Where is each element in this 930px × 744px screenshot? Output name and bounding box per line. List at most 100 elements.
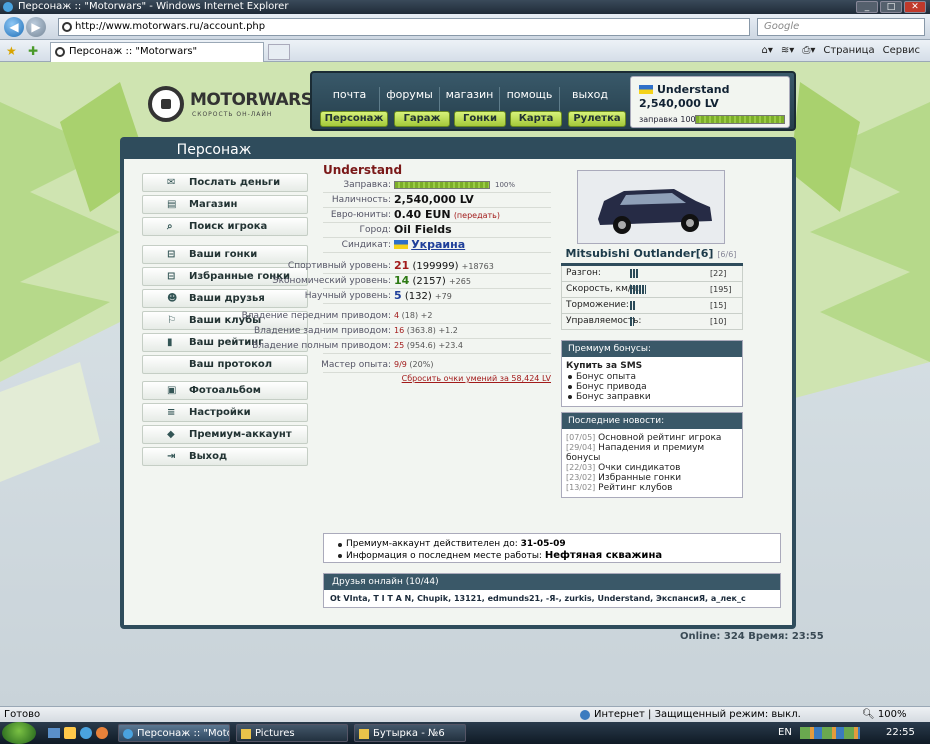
print-icon[interactable]: ⎙▾ bbox=[802, 43, 815, 59]
sidebar-item-9[interactable]: Ваш протокол bbox=[142, 355, 308, 374]
sidebar-item-4[interactable]: ⊟ Ваши гонки bbox=[142, 245, 308, 264]
rwd-value: 16 (363.8) +1.2 bbox=[394, 326, 458, 335]
clock: 22:55 bbox=[886, 727, 915, 738]
tools-menu[interactable]: Сервис bbox=[883, 43, 920, 59]
window-titlebar: Персонаж :: "Motorwars" - Windows Intern… bbox=[0, 0, 930, 14]
subnav-garage[interactable]: Гараж bbox=[394, 111, 450, 127]
tray-icons[interactable] bbox=[800, 727, 860, 739]
ie-icon bbox=[123, 729, 133, 739]
news-item[interactable]: [13/02] Рейтинг клубов bbox=[566, 483, 738, 493]
friends-title: Друзья онлайн (10/44) bbox=[324, 574, 780, 590]
ie-icon bbox=[3, 2, 13, 12]
zoom-level[interactable]: 🔍︎ 100% bbox=[862, 707, 906, 722]
friends-list[interactable]: Ot VInta, T I T A N, Chupik, 13121, edmu… bbox=[324, 590, 780, 607]
sidebar-item-3[interactable]: ⌕ Поиск игрока bbox=[142, 217, 308, 236]
security-zone[interactable]: Интернет | Защищенный режим: выкл. bbox=[594, 707, 801, 722]
news-text: Очки синдикатов bbox=[598, 463, 681, 473]
feeds-icon[interactable]: ≋▾ bbox=[781, 43, 794, 59]
premium-bonus-item[interactable]: Бонус заправки bbox=[566, 392, 738, 402]
language-indicator[interactable]: EN bbox=[778, 727, 792, 738]
subnav-map[interactable]: Карта bbox=[510, 111, 562, 127]
sidebar-item-2[interactable]: ▤ Магазин bbox=[142, 195, 308, 214]
subnav-character[interactable]: Персонаж bbox=[320, 111, 388, 127]
explorer-icon[interactable] bbox=[64, 727, 76, 739]
forward-button[interactable]: ▶ bbox=[26, 17, 46, 37]
premium-bonus-item[interactable]: Бонус опыта bbox=[566, 372, 738, 382]
news-list: [07/05] Основной рейтинг игрока [29/04] Н… bbox=[562, 429, 742, 497]
car-stat-bar bbox=[630, 301, 636, 310]
status-text: Готово bbox=[4, 709, 41, 720]
syndicate-row: Синдикат: Украина bbox=[323, 238, 551, 253]
work-info: Информация о последнем месте работы: Неф… bbox=[338, 550, 780, 562]
app-quicklaunch-icon[interactable] bbox=[96, 727, 108, 739]
taskbar-ie-button[interactable]: Персонаж :: "Motor... bbox=[118, 724, 230, 742]
logo-slogan: СКОРОСТЬ ОН-ЛАЙН bbox=[192, 111, 273, 118]
page-menu[interactable]: Страница bbox=[823, 43, 874, 59]
subnav-races[interactable]: Гонки bbox=[454, 111, 506, 127]
master-value: 9/9 (20%) bbox=[394, 360, 434, 369]
car-picture bbox=[578, 171, 724, 243]
exit-icon: ⇥ bbox=[167, 451, 176, 462]
sidebar-item-12[interactable]: ◆ Премиум-аккаунт bbox=[142, 425, 308, 444]
premium-bonus-item[interactable]: Бонус привода bbox=[566, 382, 738, 392]
fuel-row: Заправка: 100% bbox=[323, 178, 551, 193]
news-item[interactable]: [22/03] Очки синдикатов bbox=[566, 463, 738, 473]
sidebar-item-6[interactable]: ☻ Ваши друзья bbox=[142, 289, 308, 308]
syndicate-link[interactable]: Украина bbox=[411, 238, 465, 251]
sidebar-item-10[interactable]: ▣ Фотоальбом bbox=[142, 381, 308, 400]
url-field[interactable]: http://www.motorwars.ru/account.php bbox=[58, 18, 750, 36]
fuel-label: Заправка: bbox=[343, 180, 391, 190]
car-stat-value: [195] bbox=[710, 285, 732, 294]
car-stat-value: [22] bbox=[710, 269, 727, 278]
car-stat-row: Торможение: [15] bbox=[561, 298, 743, 314]
sidebar-item-1[interactable]: ✉ Послать деньги bbox=[142, 173, 308, 192]
minimize-button[interactable]: _ bbox=[856, 1, 878, 13]
premium-info: Премиум-аккаунт действителен до: 31-05-0… bbox=[338, 539, 780, 550]
econ-label: Экономический уровень: bbox=[272, 276, 391, 286]
car-stat-bar bbox=[630, 317, 634, 326]
subnav-roulette[interactable]: Рулетка bbox=[568, 111, 626, 127]
user-name[interactable]: Understand bbox=[657, 83, 729, 96]
rating-icon: ▮ bbox=[167, 337, 173, 348]
taskbar-folder-button[interactable]: Бутырка - №6 bbox=[354, 724, 466, 742]
add-favorite-icon[interactable]: ✚ bbox=[28, 44, 38, 58]
close-window-button[interactable]: ✕ bbox=[904, 1, 926, 13]
awd-row: Владение полным приводом: 25 (954.6) +23… bbox=[252, 339, 551, 354]
news-text: Основной рейтинг игрока bbox=[598, 433, 722, 443]
home-icon[interactable]: ⌂▾ bbox=[762, 43, 773, 59]
awd-value: 25 (954.6) +23.4 bbox=[394, 341, 463, 350]
news-panel: Последние новости: [07/05] Основной рейт… bbox=[561, 412, 743, 498]
car-image[interactable] bbox=[577, 170, 725, 244]
news-text: Избранные гонки bbox=[598, 473, 682, 483]
favorites-star-icon[interactable]: ★ bbox=[6, 44, 17, 58]
search-input[interactable]: Google bbox=[757, 18, 925, 36]
news-item[interactable]: [29/04] Нападения и премиум бонусы bbox=[566, 443, 738, 463]
show-desktop-icon[interactable] bbox=[48, 728, 60, 738]
site-logo[interactable]: MOTORWARS.RU СКОРОСТЬ ОН-ЛАЙН bbox=[148, 84, 345, 134]
news-date: [29/04] bbox=[566, 443, 596, 452]
transfer-link[interactable]: (передать) bbox=[454, 211, 500, 220]
news-date: [13/02] bbox=[566, 483, 596, 492]
new-tab-button[interactable] bbox=[268, 44, 290, 60]
start-button[interactable] bbox=[2, 722, 36, 744]
sidebar-item-label: Ваши друзья bbox=[189, 293, 265, 304]
buy-sms-link[interactable]: Купить за SMS bbox=[566, 361, 738, 371]
sidebar-item-13[interactable]: ⇥ Выход bbox=[142, 447, 308, 466]
maximize-button[interactable]: □ bbox=[880, 1, 902, 13]
settings-icon: ≡ bbox=[167, 407, 176, 418]
car-name: Mitsubishi Outlander[6] [6/6] bbox=[565, 247, 737, 260]
online-time-info: Online: 324 Время: 23:55 bbox=[680, 631, 824, 642]
sci-level-row: Научный уровень: 5 (132) +79 bbox=[305, 289, 551, 304]
window-controls: _ □ ✕ bbox=[856, 1, 926, 13]
reset-skills-link[interactable]: Сбросить очки умений за 58,424 LV bbox=[323, 374, 551, 383]
news-item[interactable]: [07/05] Основной рейтинг игрока bbox=[566, 433, 738, 443]
news-item[interactable]: [23/02] Избранные гонки bbox=[566, 473, 738, 483]
ie-quicklaunch-icon[interactable] bbox=[80, 727, 92, 739]
back-button[interactable]: ◀ bbox=[4, 17, 24, 37]
user-fuel-bar bbox=[695, 115, 785, 124]
sport-label: Спортивный уровень: bbox=[287, 261, 391, 271]
taskbar-pictures-button[interactable]: Pictures bbox=[236, 724, 348, 742]
sidebar-item-11[interactable]: ≡ Настройки bbox=[142, 403, 308, 422]
tab-current[interactable]: Персонаж :: "Motorwars" bbox=[50, 42, 264, 62]
cash-row: Наличность: 2,540,000 LV bbox=[323, 193, 551, 208]
